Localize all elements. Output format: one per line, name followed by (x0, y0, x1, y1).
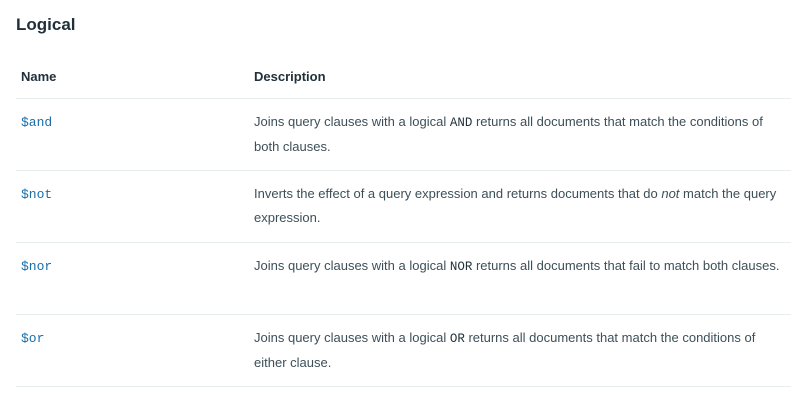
operator-link-not[interactable]: $not (16, 171, 248, 203)
inline-code: NOR (449, 260, 473, 274)
logical-operators-table: Name Description $and Joins query clause… (16, 54, 791, 387)
table-header-row: Name Description (16, 54, 791, 99)
name-cell: $nor (16, 242, 248, 315)
description-column-header: Description (248, 54, 791, 99)
table-row: $not Inverts the effect of a query expre… (16, 170, 791, 243)
page: Logical Name Description $and Joins quer… (0, 0, 796, 408)
description-text: Joins query clauses with a logical (254, 258, 450, 273)
description-cell: Joins query clauses with a logical NOR r… (248, 242, 791, 315)
operator-link-nor[interactable]: $nor (16, 243, 248, 275)
name-cell: $and (16, 98, 248, 171)
operator-description: Inverts the effect of a query expression… (248, 171, 791, 230)
operator-link-and[interactable]: $and (16, 99, 248, 131)
operator-description: Joins query clauses with a logical AND r… (248, 99, 791, 159)
operator-description: Joins query clauses with a logical OR re… (248, 315, 791, 375)
description-text: Joins query clauses with a logical (254, 114, 450, 129)
description-text: Inverts the effect of a query expression… (254, 186, 662, 201)
description-cell: Joins query clauses with a logical AND r… (248, 98, 791, 171)
inline-code: AND (449, 116, 473, 130)
table-row: $or Joins query clauses with a logical O… (16, 314, 791, 387)
name-cell: $or (16, 314, 248, 387)
description-cell: Inverts the effect of a query expression… (248, 170, 791, 243)
description-text: returns all documents that fail to match… (472, 258, 780, 273)
inline-code: OR (449, 332, 465, 346)
table-row: $and Joins query clauses with a logical … (16, 98, 791, 171)
description-text: Joins query clauses with a logical (254, 330, 450, 345)
name-cell: $not (16, 170, 248, 243)
operator-link-or[interactable]: $or (16, 315, 248, 347)
operator-description: Joins query clauses with a logical NOR r… (248, 243, 791, 279)
description-cell: Joins query clauses with a logical OR re… (248, 314, 791, 387)
section-title: Logical (16, 15, 76, 34)
name-column-header: Name (16, 54, 248, 99)
emphasis-text: not (661, 186, 680, 201)
table-row: $nor Joins query clauses with a logical … (16, 242, 791, 315)
